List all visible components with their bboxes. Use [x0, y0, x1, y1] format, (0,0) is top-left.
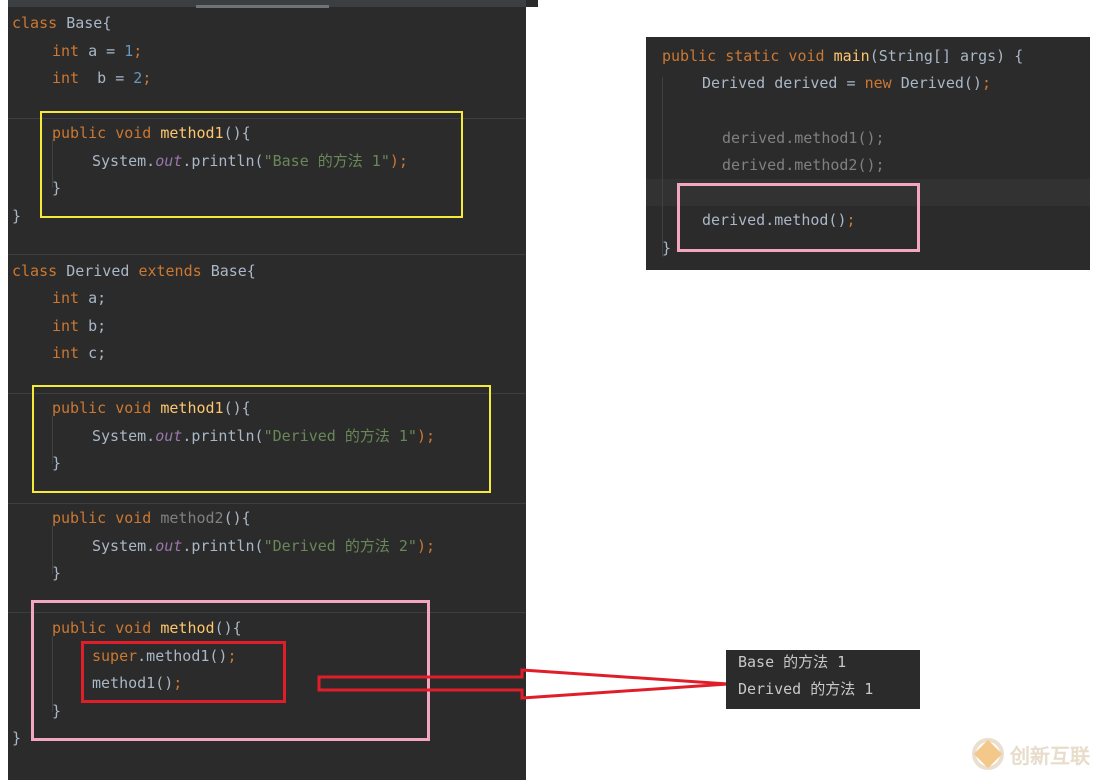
separator — [8, 503, 526, 504]
code-line-field-c: int c; — [52, 344, 107, 362]
watermark-text: 创新互联 — [1010, 744, 1090, 768]
code-line-close-brace: } — [52, 564, 62, 582]
output-line: Derived 的方法 1 — [738, 680, 874, 698]
active-tab-indicator — [196, 5, 329, 8]
arrow-icon — [317, 668, 729, 700]
highlight-box-method-calls — [81, 641, 286, 703]
code-line-call-method2: derived.method2(); — [722, 156, 885, 174]
code-line-main-signature: public static void main(String[] args) { — [662, 47, 1024, 65]
indent-guide — [662, 77, 663, 257]
console-output: Base 的方法 1 Derived 的方法 1 — [726, 650, 920, 709]
code-line-field-a: int a = 1; — [52, 42, 143, 60]
top-strip — [526, 0, 538, 7]
watermark-logo: 创新互联 — [956, 734, 1104, 774]
code-line-class-base: class Base{ — [12, 14, 112, 32]
code-line-close-brace: } — [662, 239, 672, 257]
code-line-field-b: int b; — [52, 317, 107, 335]
code-line-field-b: int b = 2; — [52, 69, 152, 87]
separator — [8, 254, 526, 255]
code-line-close-brace: } — [12, 729, 22, 747]
code-line-method2-body: System.out.println("Derived 的方法 2"); — [92, 537, 436, 555]
code-line-close-brace: } — [12, 207, 22, 225]
code-line-method2-signature: public void method2(){ — [52, 509, 251, 527]
code-line-declaration: Derived derived = new Derived(); — [702, 74, 991, 92]
code-line-class-derived: class Derived extends Base{ — [12, 262, 256, 280]
code-line-field-a: int a; — [52, 289, 107, 307]
highlight-box-base-method1 — [40, 111, 463, 218]
output-line: Base 的方法 1 — [738, 653, 847, 671]
code-line-call-method1: derived.method1(); — [722, 129, 885, 147]
highlight-box-method-call — [677, 183, 920, 252]
highlight-box-derived-method1 — [32, 385, 491, 493]
